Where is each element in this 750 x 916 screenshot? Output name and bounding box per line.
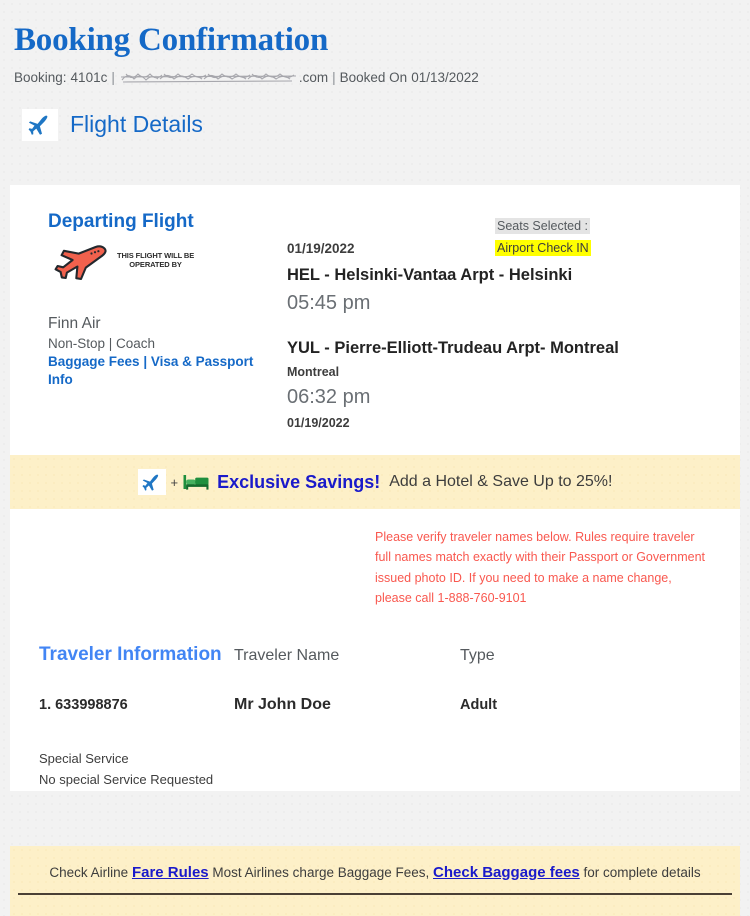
traveler-information-title: Traveler Information (39, 644, 222, 665)
column-header-traveler-name: Traveler Name (234, 647, 340, 664)
arrival-city: Montreal (287, 365, 340, 379)
flight-left-column: Departing Flight THIS FLIGHT WILL BE OPE… (10, 211, 262, 430)
traveler-name: Mr John Doe (234, 696, 331, 713)
page-title: Booking Confirmation (14, 22, 329, 58)
check-baggage-fees-link[interactable]: Check Baggage fees (433, 864, 580, 881)
operated-by-text: THIS FLIGHT WILL BE OPERATED BY (117, 251, 195, 270)
email-suffix: .com (298, 69, 329, 85)
booking-card: Departing Flight THIS FLIGHT WILL BE OPE… (10, 185, 740, 791)
seats-selected-value: Airport Check IN (495, 240, 591, 256)
column-header-type: Type (460, 647, 495, 664)
footer-text: Check Airline Fare Rules Most Airlines c… (10, 846, 740, 881)
table-row: 1. 633998876 Mr John Doe Adult (10, 696, 740, 714)
footer-divider (18, 893, 732, 895)
savings-headline: Exclusive Savings! (217, 471, 381, 492)
booking-label: Booking: (14, 69, 67, 85)
page-footer: Check Airline Fare Rules Most Airlines c… (10, 846, 740, 916)
meta-separator-2: | (332, 69, 336, 85)
redacted-email (120, 70, 298, 84)
booked-on-date: 01/13/2022 (411, 69, 479, 85)
footer-middle: Most Airlines charge Baggage Fees, (208, 865, 434, 880)
verify-notice-wrap: Please verify traveler names below. Rule… (10, 509, 740, 608)
fare-rules-link[interactable]: Fare Rules (132, 864, 209, 881)
baggage-fees-link[interactable]: Baggage Fees (48, 354, 140, 369)
traveler-information-title-cell: Traveler Information (10, 644, 234, 666)
flight-right-column: Seats Selected : Airport Check IN 01/19/… (262, 211, 740, 430)
arrival-airport: YUL - Pierre-Elliott-Trudeau Arpt- Montr… (287, 339, 619, 357)
departure-airport: HEL - Helsinki-Vantaa Arpt - Helsinki (287, 266, 573, 284)
footer-suffix: for complete details (579, 865, 701, 880)
flight-details-heading: Flight Details (70, 111, 203, 138)
traveler-id-cell: 1. 633998876 (10, 696, 234, 714)
flight-details-header: Flight Details (0, 85, 750, 141)
footer-prefix: Check Airline (49, 865, 132, 880)
traveler-header-row: Traveler Information Traveler Name Type (10, 644, 740, 666)
bed-icon (183, 473, 209, 491)
verify-traveler-notice: Please verify traveler names below. Rule… (375, 530, 705, 605)
plus-symbol: + (170, 474, 179, 490)
meta-separator-1: | (111, 69, 115, 85)
departing-flight-title: Departing Flight (48, 211, 194, 232)
page-header: Booking Confirmation Booking: 4101c | .c… (0, 0, 750, 85)
red-airplane-icon (54, 245, 107, 281)
booked-on-label: Booked On (339, 69, 408, 85)
savings-banner-inner: + Exclusive Savings! Add a Hotel & Save … (137, 469, 613, 495)
airplane-icon (22, 108, 58, 141)
operated-by-line-1: THIS FLIGHT WILL BE (117, 251, 195, 261)
arrival-date: 01/19/2022 (287, 416, 350, 430)
special-service-block: Special Service No special Service Reque… (39, 748, 740, 791)
airplane-icon-glyph (142, 474, 158, 491)
airplane-icon (137, 469, 166, 495)
special-service-value: No special Service Requested (39, 772, 214, 788)
traveler-type: Adult (460, 697, 498, 713)
seats-selected-box: Seats Selected : Airport Check IN (495, 217, 599, 257)
segment-spacer (273, 315, 740, 329)
airline-block: Finn Air Non-Stop | Coach Baggage Fees |… (48, 315, 262, 389)
departure-time: 05:45 pm (287, 292, 371, 314)
departing-flight-section: Departing Flight THIS FLIGHT WILL BE OPE… (10, 185, 740, 430)
exclusive-savings-banner[interactable]: + Exclusive Savings! Add a Hotel & Save … (10, 455, 740, 509)
seats-selected-label: Seats Selected : (495, 218, 591, 234)
traveler-information-section: Traveler Information Traveler Name Type … (10, 608, 740, 791)
stops-and-cabin: Non-Stop | Coach (48, 336, 156, 351)
airplane-icon-glyph (28, 115, 48, 135)
scribble-redaction-icon (120, 73, 296, 83)
booking-meta-line: Booking: 4101c | .com | Booked On 01/13/… (14, 70, 750, 85)
arrival-time: 06:32 pm (287, 386, 371, 408)
operated-by-row: THIS FLIGHT WILL BE OPERATED BY (47, 241, 262, 281)
traveler-id: 1. 633998876 (39, 697, 128, 713)
operated-by-line-2: OPERATED BY (129, 260, 182, 269)
booking-id: 4101c (70, 69, 108, 85)
links-separator: | (143, 354, 148, 369)
bed-icon-glyph (183, 475, 209, 490)
savings-tail-text: Add a Hotel & Save Up to 25%! (389, 473, 613, 490)
airline-name: Finn Air (48, 315, 101, 332)
airline-links: Baggage Fees | Visa & Passport Info (48, 353, 258, 389)
special-service-label: Special Service (39, 751, 129, 766)
